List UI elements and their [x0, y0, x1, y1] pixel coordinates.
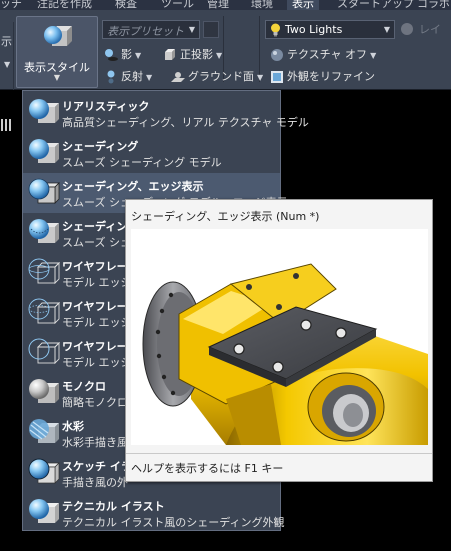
tab-collaborate[interactable]: コラボレ — [417, 0, 451, 10]
chevron-down-icon: ▼ — [216, 51, 223, 60]
menu-item-description: 水彩手描き風 — [62, 436, 128, 449]
menu-item-technical[interactable]: テクニカル イラスト テクニカル イラスト風のシェーディング外観 — [23, 493, 285, 533]
tab-annotate[interactable]: 注記を作成 — [37, 0, 92, 10]
menu-item-description: 簡略モノクロ — [62, 396, 128, 409]
texture-sphere-icon — [271, 49, 283, 61]
refine-appearance-button[interactable]: 外観をリファイン — [270, 68, 375, 88]
lighting-combo[interactable]: Two Lights ▼ — [265, 20, 395, 39]
tooltip-title: シェーディング、エッジ表示 (Num *) — [131, 210, 320, 223]
ribbon-left-edge-label: 示 — [1, 35, 12, 48]
preset-options-button[interactable] — [203, 21, 219, 38]
tab-tools[interactable]: ツール — [161, 0, 194, 10]
tab-environment[interactable]: 環境 — [251, 0, 273, 10]
layer-toggle-label: レイ — [419, 23, 441, 36]
menu-item-title: シェーディング — [62, 140, 139, 153]
orthographic-button[interactable]: 正投影 ▼ — [163, 46, 222, 66]
tooltip-help-text: ヘルプを表示するには F1 キー — [131, 462, 284, 475]
menu-item-description: スムーズ シェーディング モデル — [62, 156, 222, 169]
tab-view[interactable]: 表示 — [287, 0, 319, 10]
ground-plane-icon — [171, 72, 185, 82]
yellow-part-preview-image — [131, 229, 428, 445]
menu-item-title: モノクロ — [62, 380, 106, 393]
menu-item-realistic[interactable]: リアリスティック 高品質シェーディング、リアル テクスチャ モデル — [23, 93, 309, 133]
visual-style-button[interactable]: 表示スタイル ▼ — [16, 16, 98, 88]
menu-item-description: 手描き風の外 — [62, 476, 128, 489]
menu-item-title: シェーディング、エッジ表示 — [62, 180, 204, 193]
refine-appearance-icon — [271, 71, 283, 83]
reflection-icon — [107, 70, 115, 84]
viewport-edge — [0, 112, 18, 551]
viewport-menu-icon[interactable] — [1, 118, 12, 132]
menu-item-title: 水彩 — [62, 420, 84, 433]
chevron-down-icon: ▼ — [370, 51, 377, 60]
tab-getting-started[interactable]: スタートアップ — [337, 0, 414, 10]
menu-item-description: スムーズ シェ — [62, 236, 131, 249]
menu-item-title: リアリスティック — [62, 100, 150, 113]
menu-item-description: テクニカル イラスト風のシェーディング外観 — [62, 516, 285, 529]
chevron-down-icon: ▼ — [188, 25, 195, 34]
refine-appearance-label: 外観をリファイン — [287, 70, 375, 83]
chevron-down-icon: ▼ — [135, 51, 142, 60]
ground-plane-label: グラウンド面 — [188, 70, 254, 83]
shaded-hidden-style-icon — [29, 219, 59, 243]
wireframe-style-icon — [28, 258, 60, 285]
technical-style-icon — [29, 499, 59, 523]
realistic-style-icon — [29, 99, 59, 123]
orthographic-cube-icon — [165, 49, 175, 60]
menu-item-description: 高品質シェーディング、リアル テクスチャ モデル — [62, 116, 309, 129]
layer-toggle-icon[interactable] — [401, 23, 413, 35]
ribbon-left-edge[interactable]: 示 ▼ — [0, 22, 14, 90]
chevron-down-icon: ▼ — [4, 60, 11, 69]
shaded-edges-style-icon — [28, 178, 60, 204]
view-preset-placeholder: 表示プリセット — [107, 25, 184, 38]
tab-inspect[interactable]: 検査 — [115, 0, 137, 10]
chevron-down-icon: ▼ — [257, 73, 264, 82]
shadow-button[interactable]: 影 ▼ — [104, 46, 141, 66]
tooltip: シェーディング、エッジ表示 (Num *) ヘルプを表示するには F1 キー — [125, 199, 433, 482]
texture-off-label: テクスチャ オフ — [287, 48, 368, 61]
orthographic-label: 正投影 — [180, 48, 213, 61]
view-preset-combo[interactable]: 表示プリセット ▼ — [102, 20, 200, 39]
shadow-label: 影 — [121, 48, 132, 61]
wireframe-visible-style-icon — [28, 338, 60, 365]
menu-item-title: テクニカル イラスト — [62, 500, 165, 513]
tab-manage[interactable]: 管理 — [207, 0, 229, 10]
watercolor-style-icon — [29, 419, 59, 443]
tab-sketch[interactable]: ッチ — [0, 0, 22, 10]
chevron-down-icon: ▼ — [53, 73, 61, 82]
light-bulb-icon — [271, 23, 280, 37]
reflection-label: 反射 — [121, 70, 143, 83]
reflection-button[interactable]: 反射 ▼ — [104, 68, 152, 88]
ground-plane-button[interactable]: グラウンド面 ▼ — [171, 68, 263, 88]
sketch-style-icon — [28, 458, 60, 484]
menu-item-shaded[interactable]: シェーディング スムーズ シェーディング モデル — [23, 133, 280, 173]
shadow-icon — [105, 49, 118, 61]
monochrome-style-icon — [29, 379, 59, 403]
texture-off-button[interactable]: テクスチャ オフ ▼ — [270, 46, 376, 66]
ribbon-tab-strip: ッチ 注記を作成 検査 ツール 管理 環境 表示 スタートアップ コラボレ — [0, 0, 451, 10]
lighting-value: Two Lights — [285, 23, 343, 36]
shaded-style-icon — [29, 139, 59, 163]
wireframe-hidden-style-icon — [28, 298, 60, 325]
chevron-down-icon: ▼ — [146, 73, 153, 82]
tooltip-divider — [126, 453, 432, 454]
shaded-sphere-cube-icon — [44, 26, 72, 46]
ribbon-panel: 示 ▼ 表示スタイル ▼ 表示プリセット ▼ Two Lights ▼ レイ 影… — [0, 10, 451, 90]
chevron-down-icon: ▼ — [383, 25, 390, 34]
